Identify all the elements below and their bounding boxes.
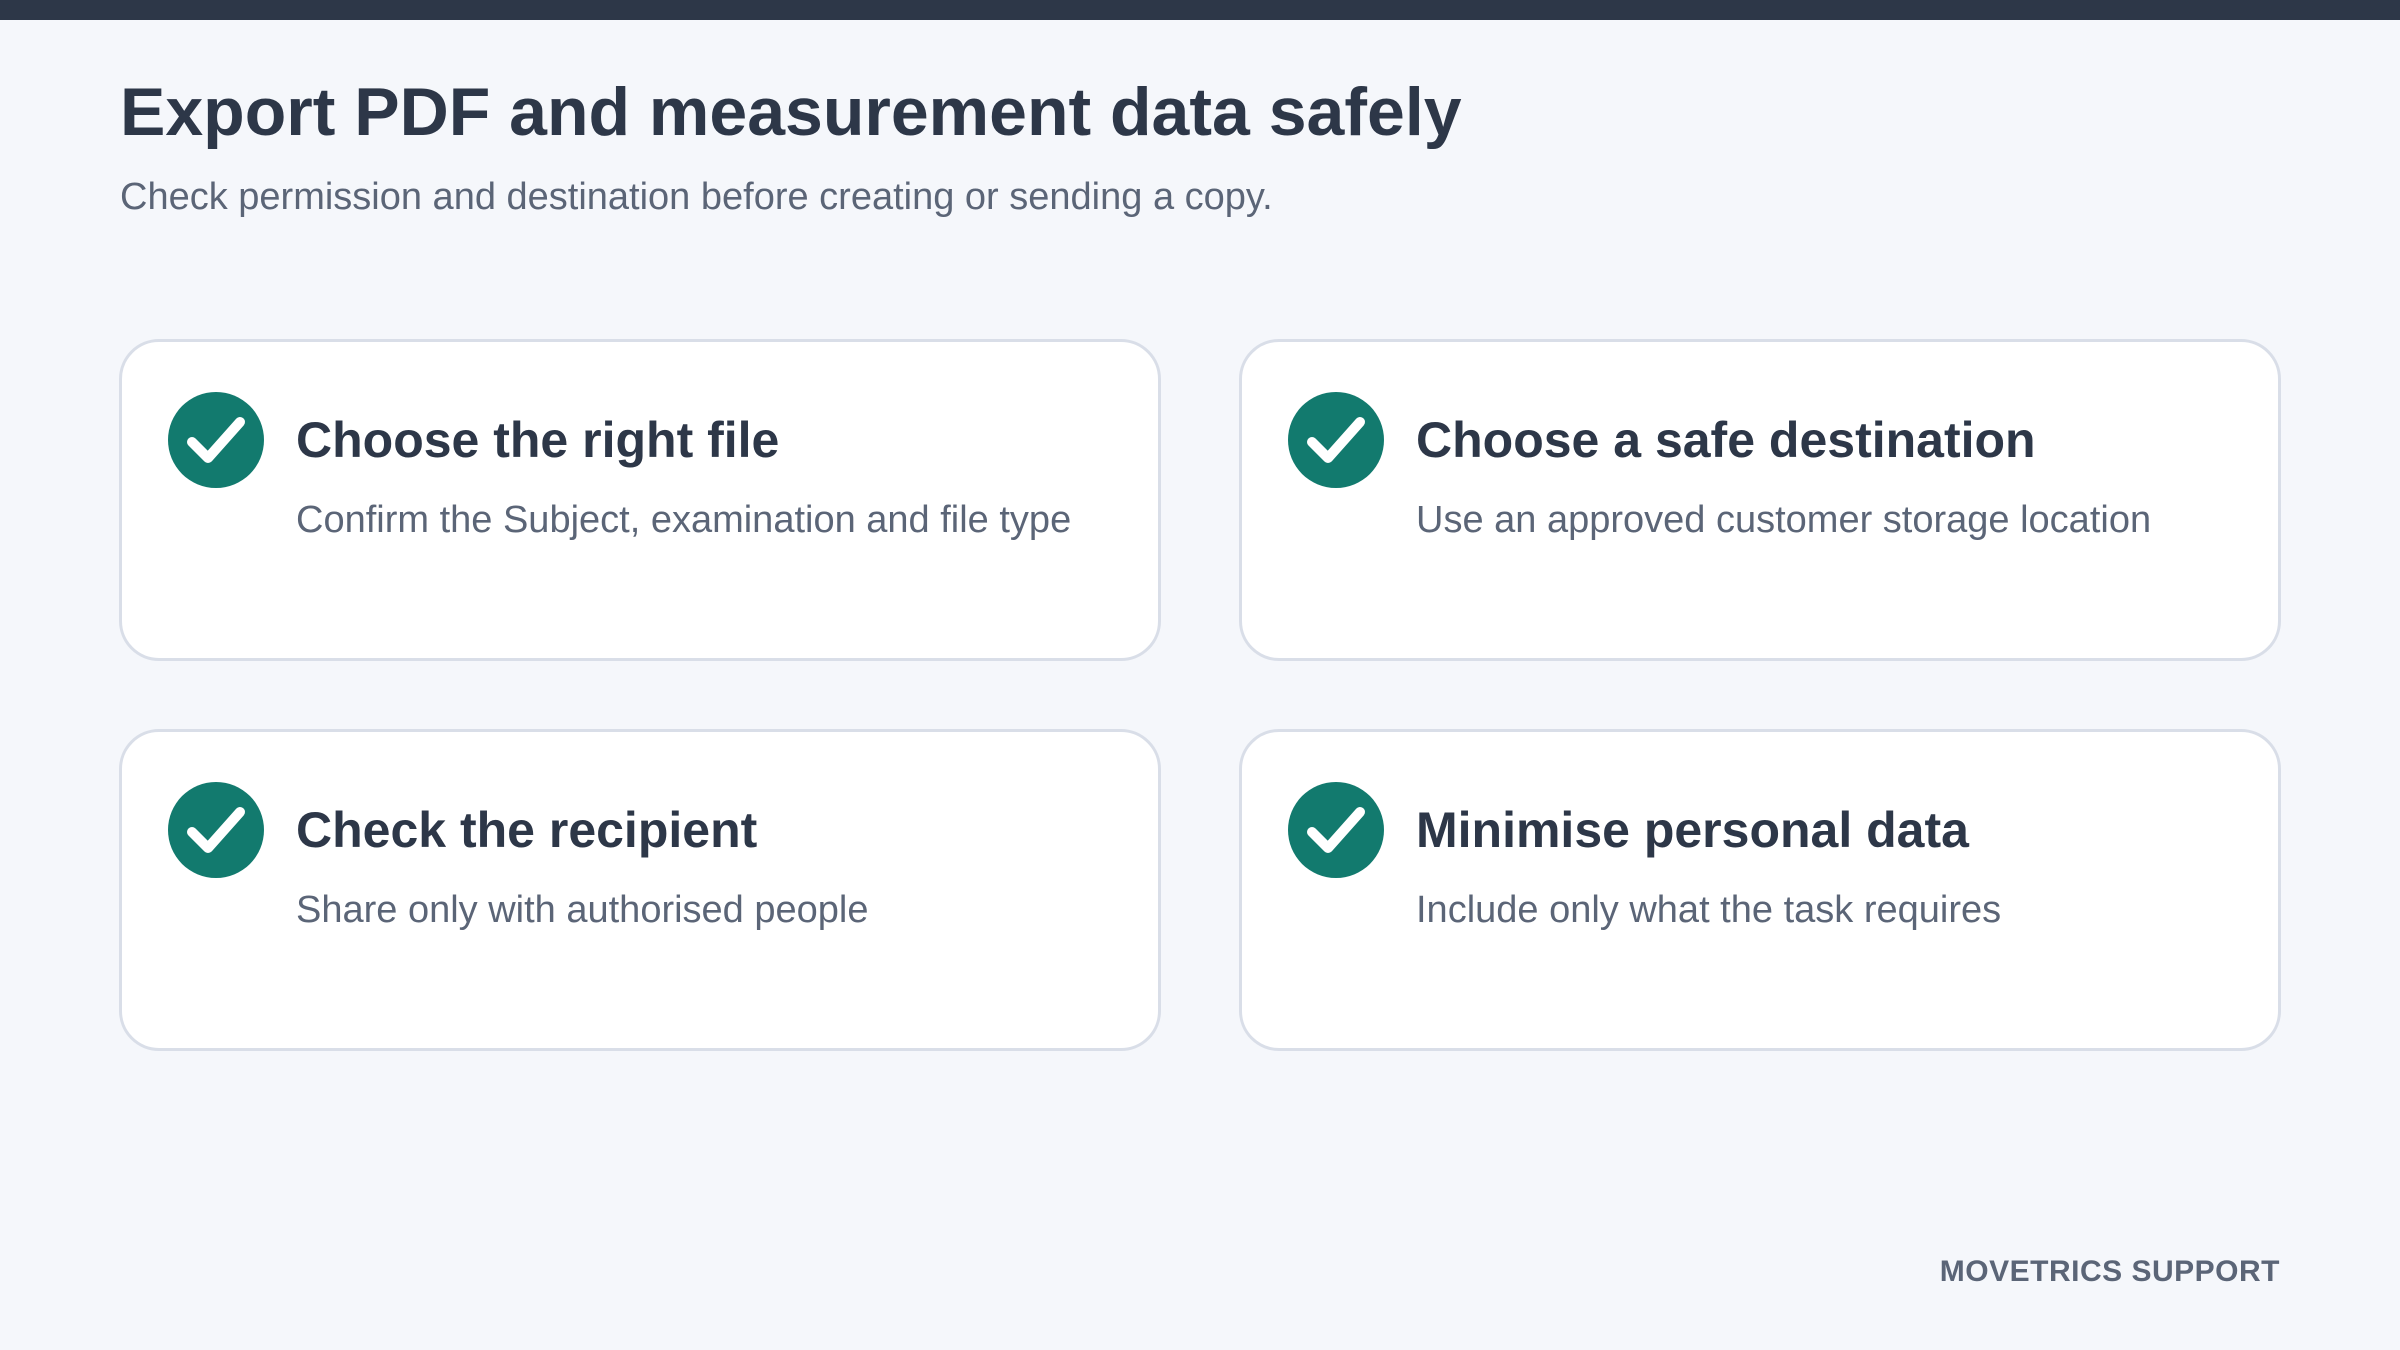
check-circle-icon [168, 392, 264, 488]
top-bar [0, 0, 2400, 20]
check-circle-icon [1288, 392, 1384, 488]
checklist-card-minimise-data: Minimise personal data Include only what… [1239, 729, 2281, 1051]
card-title: Check the recipient [296, 802, 758, 858]
check-circle-icon [1288, 782, 1384, 878]
card-description: Include only what the task requires [1416, 889, 2002, 931]
card-description: Use an approved customer storage locatio… [1416, 499, 2152, 541]
checklist-card-safe-destination: Choose a safe destination Use an approve… [1239, 339, 2281, 661]
checklist-card-check-recipient: Check the recipient Share only with auth… [119, 729, 1161, 1051]
card-description: Confirm the Subject, examination and fil… [296, 499, 1072, 541]
card-description: Share only with authorised people [296, 889, 869, 931]
card-title: Choose a safe destination [1416, 412, 2036, 468]
check-circle-icon [168, 782, 264, 878]
page-subtitle: Check permission and destination before … [120, 176, 1273, 218]
card-title: Choose the right file [296, 412, 780, 468]
footer-brand: MOVETRICS SUPPORT [1939, 1255, 2280, 1288]
page-title: Export PDF and measurement data safely [120, 74, 1462, 150]
card-title: Minimise personal data [1416, 802, 1969, 858]
checklist-card-choose-file: Choose the right file Confirm the Subjec… [119, 339, 1161, 661]
